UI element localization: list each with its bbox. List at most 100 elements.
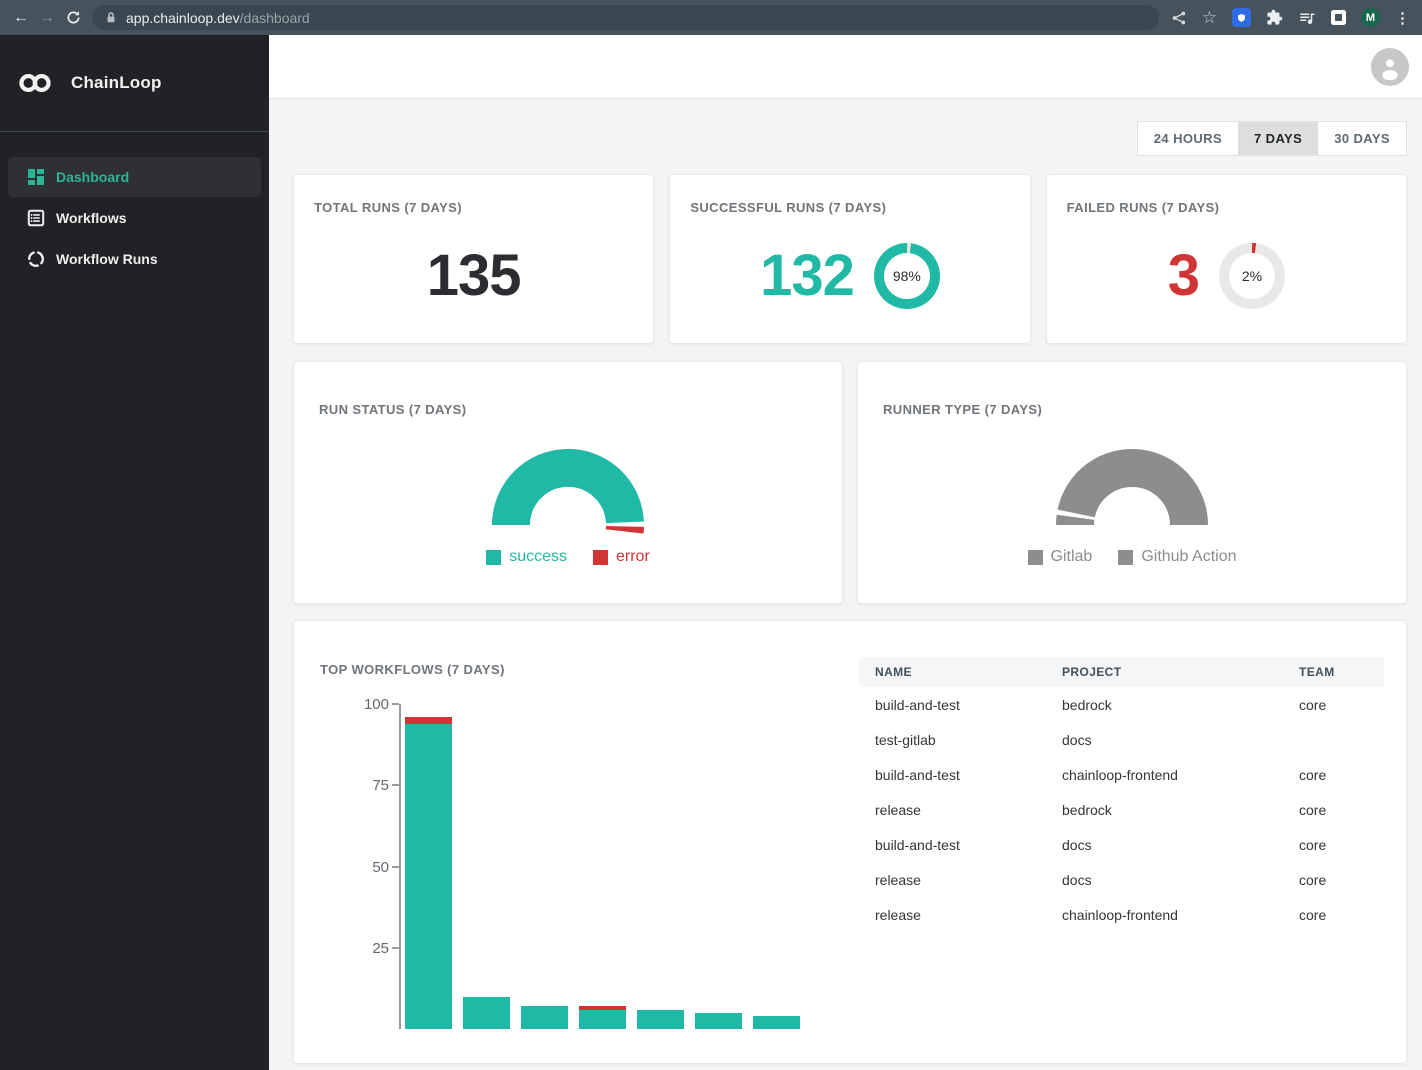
y-axis-tick-mark — [392, 703, 399, 705]
cell-project: chainloop-frontend — [1046, 897, 1283, 932]
bar — [405, 717, 452, 1029]
url-path: /dashboard — [240, 10, 310, 26]
sidebar-item-dashboard[interactable]: Dashboard — [8, 157, 261, 197]
brand-logo[interactable]: ChainLoop — [0, 35, 269, 132]
donut-percent-label: 2% — [1219, 243, 1285, 309]
table-row: test-gitlabdocs — [859, 722, 1384, 757]
table-row: build-and-testdocscore — [859, 827, 1384, 862]
card-title: TOP WORKFLOWS (7 DAYS) — [320, 662, 505, 677]
lock-icon — [105, 11, 117, 24]
successful-runs-value: 132 — [760, 247, 854, 305]
bookmark-star-icon[interactable]: ☆ — [1202, 8, 1217, 28]
tab-30-days[interactable]: 30 DAYS — [1318, 122, 1406, 155]
failed-runs-value: 3 — [1168, 247, 1199, 305]
bar — [521, 1006, 568, 1029]
y-axis-tick-mark — [392, 784, 399, 786]
tab-24-hours[interactable]: 24 HOURS — [1138, 122, 1238, 155]
cell-name: release — [859, 897, 1046, 932]
top-workflows-card: TOP WORKFLOWS (7 DAYS) 255075100 NAME PR… — [293, 620, 1407, 1064]
cell-team: core — [1283, 827, 1384, 862]
total-runs-value: 135 — [427, 247, 521, 305]
extensions-puzzle-icon[interactable] — [1266, 9, 1283, 26]
person-icon — [1377, 54, 1403, 80]
column-header-project: PROJECT — [1046, 657, 1283, 687]
legend-item-error: error — [593, 548, 650, 566]
brand-name: ChainLoop — [71, 73, 162, 93]
y-axis-tick-mark — [392, 947, 399, 949]
legend-label: Github Action — [1141, 548, 1236, 566]
address-bar[interactable]: app.chainloop.dev/dashboard — [92, 5, 1159, 30]
browser-menu-icon[interactable]: ⋮ — [1395, 9, 1410, 27]
card-title: TOTAL RUNS (7 DAYS) — [314, 200, 633, 215]
sidebar-item-label: Workflows — [56, 210, 127, 226]
shield-extension-icon[interactable] — [1232, 8, 1251, 27]
bar-success-segment — [405, 724, 452, 1030]
cell-name: release — [859, 792, 1046, 827]
url-host: app.chainloop.dev — [126, 10, 240, 26]
tab-7-days[interactable]: 7 DAYS — [1238, 122, 1318, 155]
table-row: releasebedrockcore — [859, 792, 1384, 827]
runner-type-gauge-chart — [858, 445, 1406, 545]
share-icon[interactable] — [1171, 10, 1187, 26]
cell-team: core — [1283, 897, 1384, 932]
cell-team: core — [1283, 862, 1384, 897]
y-axis-tick-label: 50 — [372, 859, 389, 876]
bar-success-segment — [463, 997, 510, 1030]
sidebar-item-label: Dashboard — [56, 169, 129, 185]
table-row: build-and-testbedrockcore — [859, 687, 1384, 722]
browser-profile-avatar[interactable]: M — [1361, 8, 1380, 27]
table-row: releasedocscore — [859, 862, 1384, 897]
cell-project: docs — [1046, 722, 1283, 757]
chainloop-infinity-icon — [16, 70, 54, 96]
bar-success-segment — [579, 1010, 626, 1030]
bar — [579, 1006, 626, 1029]
browser-back-button[interactable]: ← — [8, 5, 34, 31]
bar-success-segment — [521, 1006, 568, 1029]
bar-series — [405, 717, 800, 1029]
sidebar-item-label: Workflow Runs — [56, 251, 158, 267]
cell-project: bedrock — [1046, 792, 1283, 827]
sidebar-item-workflows[interactable]: Workflows — [8, 198, 261, 238]
runner-type-legend: Gitlab Github Action — [858, 548, 1406, 566]
bar — [753, 1016, 800, 1029]
reload-icon — [66, 10, 81, 25]
dashboard-icon — [27, 168, 45, 186]
bar — [695, 1013, 742, 1029]
run-status-gauge-chart — [294, 445, 842, 545]
top-workflows-table: NAME PROJECT TEAM build-and-testbedrockc… — [859, 657, 1384, 932]
list-icon — [27, 209, 45, 227]
url-text: app.chainloop.dev/dashboard — [126, 10, 310, 26]
card-title: RUNNER TYPE (7 DAYS) — [883, 402, 1042, 417]
user-avatar-button[interactable] — [1371, 48, 1409, 86]
legend-swatch — [593, 550, 608, 565]
failed-runs-card: FAILED RUNS (7 DAYS) 3 2% — [1046, 174, 1407, 344]
legend-swatch — [486, 550, 501, 565]
cell-name: build-and-test — [859, 757, 1046, 792]
runner-type-card: RUNNER TYPE (7 DAYS) Gitlab Github Actio… — [857, 361, 1407, 604]
cell-name: release — [859, 862, 1046, 897]
browser-reload-button[interactable] — [60, 5, 86, 31]
sidebar-item-workflow-runs[interactable]: Workflow Runs — [8, 239, 261, 279]
browser-toolbar: ← → app.chainloop.dev/dashboard ☆ — [0, 0, 1422, 35]
cell-name: test-gitlab — [859, 722, 1046, 757]
cell-project: docs — [1046, 862, 1283, 897]
cell-name: build-and-test — [859, 687, 1046, 722]
card-title: RUN STATUS (7 DAYS) — [319, 402, 466, 417]
legend-swatch — [1028, 550, 1043, 565]
cell-team — [1283, 722, 1384, 757]
main-area: 24 HOURS 7 DAYS 30 DAYS TOTAL RUNS (7 DA… — [269, 35, 1422, 1070]
legend-label: error — [616, 548, 650, 566]
legend-swatch — [1118, 550, 1133, 565]
table-row: build-and-testchainloop-frontendcore — [859, 757, 1384, 792]
column-header-name: NAME — [859, 657, 1046, 687]
legend-item-github-action: Github Action — [1118, 548, 1236, 566]
legend-item-success: success — [486, 548, 567, 566]
column-header-team: TEAM — [1283, 657, 1384, 687]
sidebar: ChainLoop Dashboard Workflows — [0, 35, 269, 1070]
legend-item-gitlab: Gitlab — [1028, 548, 1093, 566]
cell-team: core — [1283, 687, 1384, 722]
bar — [463, 997, 510, 1030]
window-extension-icon[interactable] — [1331, 10, 1346, 25]
media-queue-icon[interactable] — [1298, 9, 1316, 27]
browser-forward-button[interactable]: → — [34, 5, 60, 31]
